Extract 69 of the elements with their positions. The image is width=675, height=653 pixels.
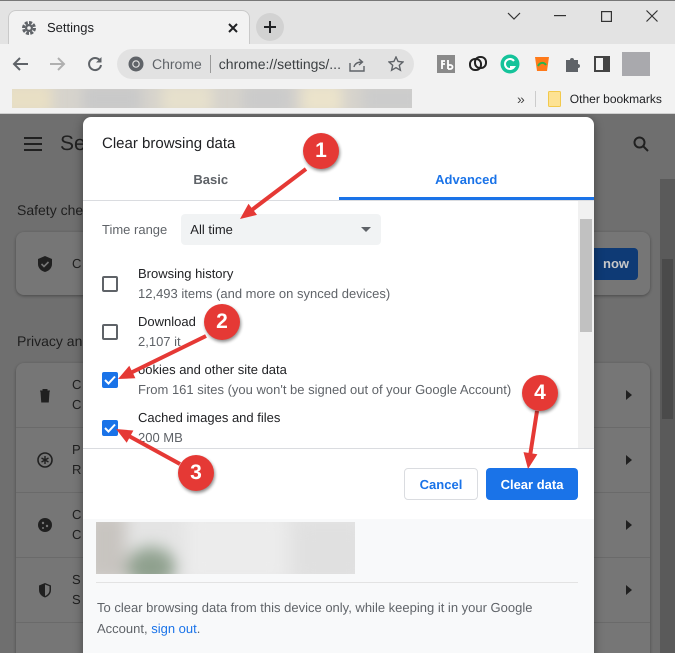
dialog-title: Clear browsing data bbox=[102, 135, 236, 152]
star-icon[interactable] bbox=[388, 56, 404, 72]
item-detail: From 161 sites (you won't be signed out of your Google Account) bbox=[138, 381, 512, 399]
shield-icon bbox=[37, 582, 53, 598]
item-detail: 12,493 items (and more on synced devices) bbox=[138, 285, 390, 303]
sign-out-link[interactable]: sign out bbox=[151, 621, 197, 636]
side-panel-icon[interactable] bbox=[594, 56, 610, 72]
row-title: C bbox=[72, 506, 82, 524]
row-subtitle: R bbox=[72, 461, 82, 479]
address-bar[interactable]: Chrome chrome://settings/... bbox=[117, 49, 414, 79]
chevron-right-icon[interactable] bbox=[626, 390, 632, 400]
settings-icon bbox=[21, 20, 37, 36]
item-title: Browsing history bbox=[138, 265, 234, 283]
checkbox[interactable] bbox=[102, 372, 118, 388]
maximize-icon[interactable] bbox=[600, 10, 612, 22]
site-label: Chrome bbox=[152, 56, 202, 72]
annotation-arrow bbox=[116, 429, 181, 466]
row-subtitle: C bbox=[72, 396, 82, 414]
chevron-right-icon[interactable] bbox=[626, 455, 632, 465]
annotation-arrow bbox=[240, 167, 308, 219]
row-subtitle: S bbox=[72, 591, 81, 609]
chrome-icon bbox=[128, 56, 144, 72]
chevron-right-icon[interactable] bbox=[626, 585, 632, 595]
row-title: S bbox=[72, 571, 81, 589]
checkbox[interactable] bbox=[102, 324, 118, 340]
row-title: P bbox=[72, 441, 81, 459]
clear-data-button[interactable]: Clear data bbox=[486, 468, 578, 500]
url-text: chrome://settings/... bbox=[218, 56, 341, 72]
time-range-dropdown[interactable]: All time bbox=[181, 214, 382, 245]
browser-tab[interactable]: Settings bbox=[8, 10, 250, 44]
item-detail: 2,107 it bbox=[138, 333, 181, 351]
linked-rings-icon[interactable] bbox=[468, 54, 488, 74]
search-icon[interactable] bbox=[633, 136, 649, 152]
more-bookmarks-button[interactable]: » bbox=[517, 90, 525, 106]
checkbox[interactable] bbox=[102, 420, 118, 436]
chevron-right-icon[interactable] bbox=[626, 520, 632, 530]
reload-icon[interactable] bbox=[87, 56, 103, 72]
asterisk-icon bbox=[37, 452, 53, 468]
row-title: C bbox=[72, 376, 82, 394]
bookmark-folder[interactable]: Other bookmarks bbox=[570, 92, 662, 106]
close-icon[interactable] bbox=[646, 10, 658, 22]
close-icon[interactable] bbox=[227, 22, 239, 34]
section-heading: Safety che bbox=[17, 202, 84, 218]
scrollbar[interactable] bbox=[578, 201, 594, 448]
square-extension-icon[interactable] bbox=[436, 54, 456, 74]
menu-icon[interactable] bbox=[24, 137, 42, 151]
shield-check-icon bbox=[37, 254, 53, 272]
annotation-arrow bbox=[524, 410, 539, 469]
back-icon[interactable] bbox=[11, 56, 29, 72]
item-title: Download bbox=[138, 313, 196, 331]
cancel-button[interactable]: Cancel bbox=[404, 468, 478, 500]
new-tab-button[interactable] bbox=[256, 13, 284, 41]
scrollbar[interactable] bbox=[660, 179, 675, 653]
item-title: Cached images and files bbox=[138, 409, 280, 427]
trash-icon bbox=[37, 387, 53, 403]
section-heading: Privacy an bbox=[17, 333, 82, 349]
folder-icon bbox=[548, 90, 561, 106]
row-subtitle: C bbox=[72, 526, 82, 544]
info-note: To clear browsing data from this device only, while keeping it in your Google Account, sign out. bbox=[97, 599, 534, 638]
card-text: C bbox=[72, 256, 82, 271]
minimize-icon[interactable] bbox=[554, 15, 566, 17]
chevron-down-icon[interactable] bbox=[507, 11, 521, 21]
dialog-tab[interactable]: Advanced bbox=[338, 161, 594, 200]
share-icon[interactable] bbox=[348, 56, 366, 72]
plus-icon bbox=[263, 20, 277, 34]
puzzle-icon[interactable] bbox=[564, 55, 582, 73]
cookie-icon bbox=[37, 517, 53, 533]
checkbox[interactable] bbox=[102, 276, 118, 292]
field-label: Time range bbox=[102, 222, 168, 237]
